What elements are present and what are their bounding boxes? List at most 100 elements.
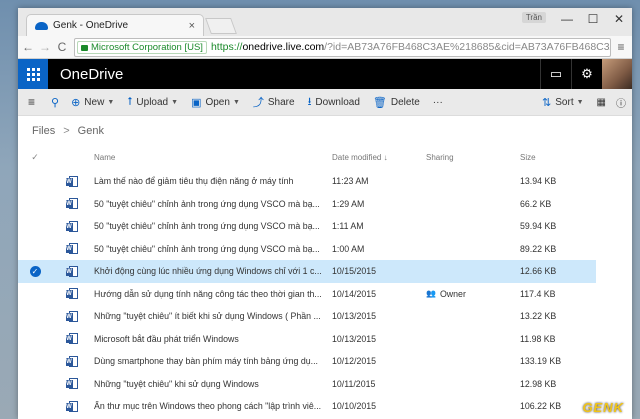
profile-badge[interactable]: Trần [521, 12, 546, 23]
file-name[interactable]: 50 "tuyệt chiêu" chỉnh ảnh trong ứng dụn… [94, 244, 332, 254]
new-tab-button[interactable] [205, 18, 237, 34]
address-bar[interactable]: Microsoft Corporation [US] https://onedr… [74, 37, 611, 57]
file-date: 10/14/2015 [332, 288, 377, 299]
secure-label: Microsoft Corporation [US] [91, 41, 203, 53]
file-date: 10/10/2015 [332, 401, 377, 412]
file-name[interactable]: Làm thế nào để giảm tiêu thụ điện năng ở… [94, 176, 332, 186]
word-document-icon [65, 400, 78, 412]
file-date: 1:00 AM [332, 243, 365, 254]
minimize-button[interactable]: — [554, 8, 580, 30]
delete-button[interactable]: 🗑 Delete [373, 96, 420, 109]
chevron-down-icon: ▼ [232, 98, 240, 106]
browser-menu-icon[interactable]: ≡ [615, 40, 627, 54]
file-name[interactable]: Khởi động cùng lúc nhiều ứng dụng Window… [94, 266, 332, 276]
new-button[interactable]: ⊕ New ▼ [71, 96, 114, 109]
app-launcher-icon[interactable] [18, 59, 48, 89]
breadcrumb: Files > Genk [18, 116, 632, 146]
file-date: 1:11 AM [332, 221, 364, 232]
file-name[interactable]: Microsoft bắt đầu phát triển Windows [94, 334, 332, 344]
row-checked-icon[interactable]: ✓ [29, 265, 41, 277]
plus-icon: ⊕ [71, 96, 81, 109]
word-document-icon [65, 333, 78, 345]
word-document-icon [65, 310, 78, 322]
file-size: 13.22 KB [520, 311, 557, 322]
more-button[interactable]: ··· [433, 97, 443, 108]
word-document-icon [65, 175, 78, 187]
browser-tab[interactable]: Genk - OneDrive × [26, 14, 204, 36]
maximize-button[interactable]: ☐ [580, 8, 606, 30]
tab-close-icon[interactable]: × [189, 20, 195, 32]
file-size: 12.98 KB [520, 378, 557, 389]
file-size: 12.66 KB [520, 266, 557, 277]
breadcrumb-files[interactable]: Files [32, 125, 55, 137]
delete-label: Delete [390, 96, 420, 108]
open-button[interactable]: ▣ Open ▼ [191, 96, 240, 109]
table-row[interactable]: Ẩn thư mục trên Windows theo phong cách … [18, 395, 596, 418]
file-size: 13.94 KB [520, 176, 557, 187]
table-row[interactable]: Hướng dẫn sử dụng tính năng công tác the… [18, 283, 596, 306]
file-name[interactable]: 50 "tuyệt chiêu" chỉnh ảnh trong ứng dụn… [94, 221, 332, 231]
search-button[interactable]: ⚲ [51, 96, 63, 109]
column-size[interactable]: Size [520, 153, 596, 162]
url-scheme: https:// [210, 41, 243, 53]
command-bar: ≡ ⚲ ⊕ New ▼ ⭡ Upload ▼ ▣ Open ▼ ⤴ Share ⭳ Downlo… [18, 89, 632, 116]
command-bar-right: ⇅ Sort ▼ ▦ ⓘ [542, 95, 632, 110]
file-name[interactable]: Những "tuyệt chiêu" khi sử dụng Windows [94, 379, 332, 389]
hamburger-icon[interactable]: ≡ [28, 95, 35, 109]
file-size: 117.4 KB [520, 288, 556, 299]
file-name[interactable]: Dùng smartphone thay bàn phím máy tính b… [94, 356, 332, 366]
table-row[interactable]: 50 "tuyệt chiêu" chỉnh ảnh trong ứng dụn… [18, 193, 596, 216]
file-name[interactable]: 50 "tuyệt chiêu" chỉnh ảnh trong ứng dụn… [94, 199, 332, 209]
column-date[interactable]: Date modified ↓ [332, 153, 426, 162]
file-size: 59.94 KB [520, 221, 557, 232]
window-controls: — ☐ ✕ [554, 8, 632, 30]
file-date: 10/13/2015 [332, 311, 377, 322]
sort-icon: ⇅ [542, 96, 552, 109]
table-row[interactable]: Microsoft bắt đầu phát triển Windows10/1… [18, 328, 596, 351]
file-date: 10/13/2015 [332, 333, 377, 344]
file-date: 10/11/2015 [332, 378, 376, 389]
tab-title: Genk - OneDrive [53, 20, 129, 31]
new-label: New [84, 96, 105, 108]
upload-button[interactable]: ⭡ Upload ▼ [127, 96, 178, 109]
column-sharing[interactable]: Sharing [426, 153, 520, 162]
column-name[interactable]: Name [94, 153, 332, 162]
file-name[interactable]: Ẩn thư mục trên Windows theo phong cách … [94, 401, 332, 411]
header-actions: ▭ ⚙ [540, 59, 632, 89]
file-date: 11:23 AM [332, 176, 369, 187]
table-row[interactable]: Dùng smartphone thay bàn phím máy tính b… [18, 350, 596, 373]
table-row[interactable]: 50 "tuyệt chiêu" chỉnh ảnh trong ứng dụn… [18, 238, 596, 261]
gear-icon[interactable]: ⚙ [571, 59, 602, 89]
info-icon[interactable]: ⓘ [616, 95, 626, 110]
back-button[interactable]: ← [21, 40, 35, 54]
table-row[interactable]: Làm thế nào để giảm tiêu thụ điện năng ở… [18, 170, 596, 193]
table-row[interactable]: 50 "tuyệt chiêu" chỉnh ảnh trong ứng dụn… [18, 215, 596, 238]
table-row[interactable]: Những "tuyệt chiêu" ít biết khi sử dụng … [18, 305, 596, 328]
search-icon: ⚲ [51, 96, 60, 109]
word-document-icon [65, 378, 78, 390]
file-size: 133.19 KB [520, 356, 562, 367]
avatar[interactable] [602, 59, 632, 89]
share-button[interactable]: ⤴ Share [253, 94, 295, 110]
reload-button[interactable]: C [55, 40, 69, 54]
select-all-checkbox[interactable]: ✓ [31, 152, 39, 163]
chevron-down-icon: ▼ [576, 98, 584, 106]
forward-button[interactable]: → [38, 40, 52, 54]
chat-icon[interactable]: ▭ [540, 59, 571, 89]
file-name[interactable]: Hướng dẫn sử dụng tính năng công tác the… [94, 289, 332, 299]
table-row[interactable]: ✓ Khởi động cùng lúc nhiều ứng dụng Windo… [18, 260, 596, 283]
people-icon: 👥 [426, 289, 436, 299]
close-button[interactable]: ✕ [606, 8, 632, 30]
app-title[interactable]: OneDrive [60, 66, 123, 83]
secure-badge[interactable]: Microsoft Corporation [US] [77, 40, 207, 54]
table-row[interactable]: Những "tuyệt chiêu" khi sử dụng Windows1… [18, 373, 596, 396]
sort-button[interactable]: ⇅ Sort ▼ [542, 96, 584, 109]
view-toggle-icon[interactable]: ▦ [597, 97, 606, 108]
file-name[interactable]: Những "tuyệt chiêu" ít biết khi sử dụng … [94, 311, 332, 321]
word-document-icon [65, 198, 78, 210]
download-button[interactable]: ⭳ Download [308, 93, 360, 112]
file-size: 89.22 KB [520, 243, 557, 254]
chevron-down-icon: ▼ [171, 98, 179, 106]
download-icon: ⭳ [307, 95, 312, 108]
sort-label: Sort [555, 96, 574, 108]
